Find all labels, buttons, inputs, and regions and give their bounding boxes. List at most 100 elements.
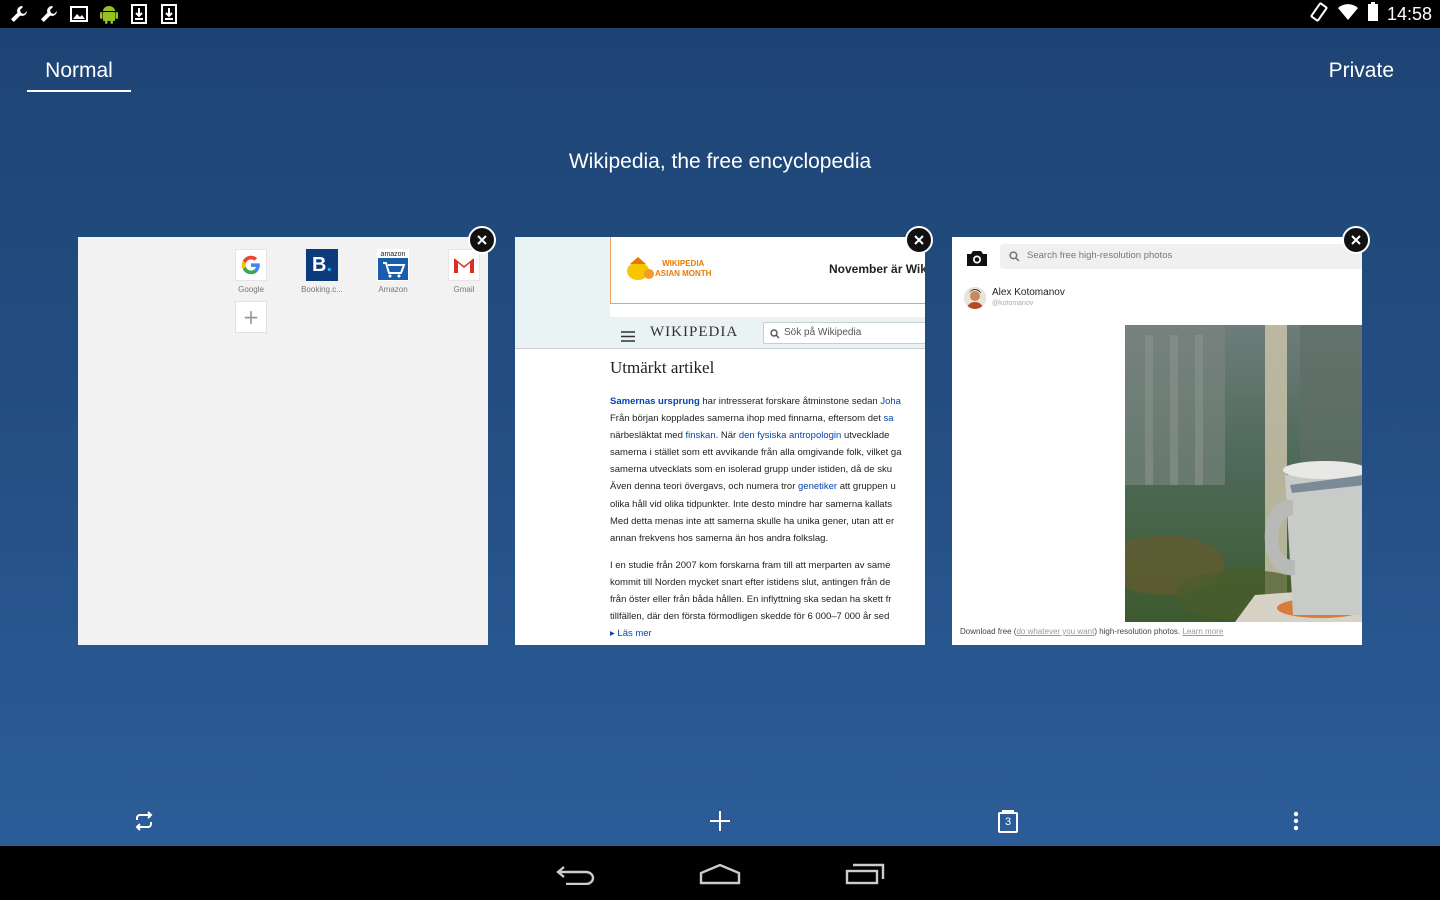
- wiki-inline-link[interactable]: finskan: [686, 430, 716, 441]
- tab-normal-label: Normal: [45, 59, 113, 82]
- wiki-inline-link[interactable]: Joha: [880, 396, 901, 407]
- close-tab-button[interactable]: [1342, 226, 1370, 254]
- tab-count: 3: [1004, 816, 1012, 828]
- close-icon: [914, 235, 924, 245]
- tabs-counter-button[interactable]: 3: [988, 806, 1028, 836]
- speed-dial-item-booking[interactable]: B. Booking.c...: [292, 249, 352, 294]
- tab-private[interactable]: Private: [1329, 48, 1394, 82]
- new-tab-button[interactable]: [700, 806, 740, 836]
- wiki-text: annan frekvens hos samerna än hos andra …: [610, 532, 829, 544]
- wiki-text-line: samerna utvecklats som en isolerad grupp…: [610, 461, 925, 478]
- camera-icon[interactable]: [966, 249, 988, 271]
- wiki-text-line: I en studie från 2007 kom forskarna fram…: [610, 559, 891, 571]
- recents-button[interactable]: [840, 860, 890, 888]
- close-icon: [1351, 235, 1361, 245]
- wiki-asian-month-logo: WIKIPEDIA ASIAN MONTH: [625, 255, 735, 287]
- wiki-text-line: samerna i stället som ett avvikande från…: [610, 444, 925, 461]
- more-vertical-icon: [1293, 811, 1299, 831]
- image-icon: [68, 3, 90, 25]
- booking-icon: B.: [306, 249, 338, 281]
- search-icon: [770, 329, 780, 339]
- wiki-header: WIKIPEDIA Sök på Wikipedia: [515, 317, 925, 349]
- wiki-text-line: närbesläktat med finskan. När den fysisk…: [610, 427, 925, 444]
- wiki-text: samerna i stället som ett avvikande från…: [610, 447, 902, 459]
- wiki-paragraph-1: Samernas ursprung har intresserat forska…: [610, 393, 925, 547]
- active-tab-indicator: [27, 90, 131, 92]
- wiki-text: samerna utvecklats som en isolerad grupp…: [610, 464, 892, 476]
- speed-dial-label: Gmail: [453, 285, 475, 294]
- wiki-text-line: Från början kopplades samerna ihop med f…: [610, 410, 925, 427]
- author-handle: @kotomanov: [992, 300, 1034, 307]
- wiki-featured-heading: Utmärkt artikel: [610, 358, 715, 377]
- speed-dial-item-amazon[interactable]: amazon Amazon: [363, 249, 423, 294]
- tab-card-wikipedia[interactable]: WIKIPEDIA ASIAN MONTH November är Wik WI…: [515, 237, 925, 645]
- tab-switcher: Normal Private Wikipedia, the free encyc…: [0, 28, 1440, 846]
- wiki-search-input[interactable]: Sök på Wikipedia: [763, 322, 925, 344]
- wiki-inline-link[interactable]: sa: [884, 413, 894, 424]
- sync-icon: [135, 811, 153, 831]
- tabs-counter-icon: 3: [998, 809, 1018, 833]
- rotate-icon: [1309, 2, 1329, 26]
- wifi-icon: [1337, 3, 1359, 25]
- close-icon: [477, 235, 487, 245]
- wiki-read-more-link[interactable]: ▸ Läs mer: [610, 628, 652, 639]
- android-icon: [98, 3, 120, 25]
- plus-icon: [710, 811, 730, 831]
- wiki-paragraph-2: I en studie från 2007 kom forskarna fram…: [610, 557, 925, 625]
- status-bar: 14:58: [0, 0, 1440, 28]
- google-icon: [235, 249, 267, 281]
- wiki-banner[interactable]: WIKIPEDIA ASIAN MONTH November är Wik: [610, 237, 925, 304]
- wiki-text-line: Även denna teori övergavs, och numera tr…: [610, 478, 925, 495]
- wiki-text-line: annan frekvens hos samerna än hos andra …: [610, 530, 925, 547]
- wiki-text: närbesläktat med: [610, 430, 686, 442]
- unsplash-search-placeholder: Search free high-resolution photos: [1027, 250, 1173, 261]
- wiki-text: . När: [715, 430, 739, 442]
- speed-dial-item-google[interactable]: Google: [221, 249, 281, 294]
- tab-card-speed-dial[interactable]: Google B. Booking.c... amazon Amazon Gma…: [78, 237, 488, 645]
- tab-card-unsplash[interactable]: Search free high-resolution photos Alex …: [952, 237, 1362, 645]
- speed-dial-item-gmail[interactable]: Gmail: [434, 249, 488, 294]
- footer-learn-more-link[interactable]: Learn more: [1182, 627, 1223, 636]
- wiki-text-line: tillfällen, där den första förmodligen s…: [610, 611, 890, 623]
- wiki-text-line: Med detta menas inte att samerna skulle …: [610, 513, 925, 530]
- wiki-text: olika håll vid olika tidpunkter. Inte de…: [610, 498, 892, 510]
- current-tab-title: Wikipedia, the free encyclopedia: [568, 150, 872, 173]
- wiki-inline-link[interactable]: Samernas ursprung: [610, 396, 700, 407]
- close-tab-button[interactable]: [905, 226, 933, 254]
- sync-button[interactable]: [124, 806, 164, 836]
- speed-dial-label: Amazon: [378, 285, 408, 294]
- home-button[interactable]: [695, 860, 745, 888]
- wiki-text: Från början kopplades samerna ihop med f…: [610, 413, 884, 425]
- wiki-inline-link[interactable]: den fysiska antropologin: [739, 430, 841, 441]
- back-button[interactable]: [551, 860, 601, 888]
- close-tab-button[interactable]: [468, 226, 496, 254]
- footer-mid: ) high-resolution photos.: [1094, 627, 1183, 636]
- wiki-inline-link[interactable]: genetiker: [798, 481, 837, 492]
- unsplash-footer: Download free (do whatever you want) hig…: [960, 627, 1223, 636]
- featured-photo[interactable]: [1125, 325, 1362, 622]
- wrench-icon: [8, 3, 30, 25]
- amazon-icon: amazon: [377, 249, 409, 281]
- wiki-text-line: från öster eller från båda hållen. En in…: [610, 594, 892, 606]
- speed-dial-label: Booking.c...: [301, 285, 343, 294]
- author-name[interactable]: Alex Kotomanov: [992, 287, 1065, 298]
- wiki-banner-logo-line1: WIKIPEDIA: [662, 259, 705, 268]
- add-speed-dial-button[interactable]: +: [235, 301, 267, 333]
- menu-icon[interactable]: [621, 327, 635, 342]
- download-icon: [158, 3, 180, 25]
- avatar[interactable]: [964, 287, 986, 309]
- wiki-text-line: kommit till Norden mycket snart efter is…: [610, 576, 891, 588]
- more-menu-button[interactable]: [1276, 806, 1316, 836]
- wiki-text: Även denna teori övergavs, och numera tr…: [610, 481, 798, 493]
- tab-normal[interactable]: Normal: [27, 48, 131, 92]
- wiki-banner-text: November är Wik: [829, 262, 925, 276]
- wiki-text-line: olika håll vid olika tidpunkter. Inte de…: [610, 496, 925, 513]
- wiki-text-line: Samernas ursprung har intresserat forska…: [610, 393, 925, 410]
- footer-license-link[interactable]: do whatever you want: [1016, 627, 1094, 636]
- unsplash-search-input[interactable]: Search free high-resolution photos: [1000, 244, 1362, 269]
- wiki-logo[interactable]: WIKIPEDIA: [650, 324, 738, 341]
- wiki-search-placeholder: Sök på Wikipedia: [784, 327, 862, 338]
- wiki-banner-logo-line2: ASIAN MONTH: [655, 269, 712, 278]
- footer-prefix: Download free (: [960, 627, 1017, 636]
- battery-icon: [1367, 2, 1379, 26]
